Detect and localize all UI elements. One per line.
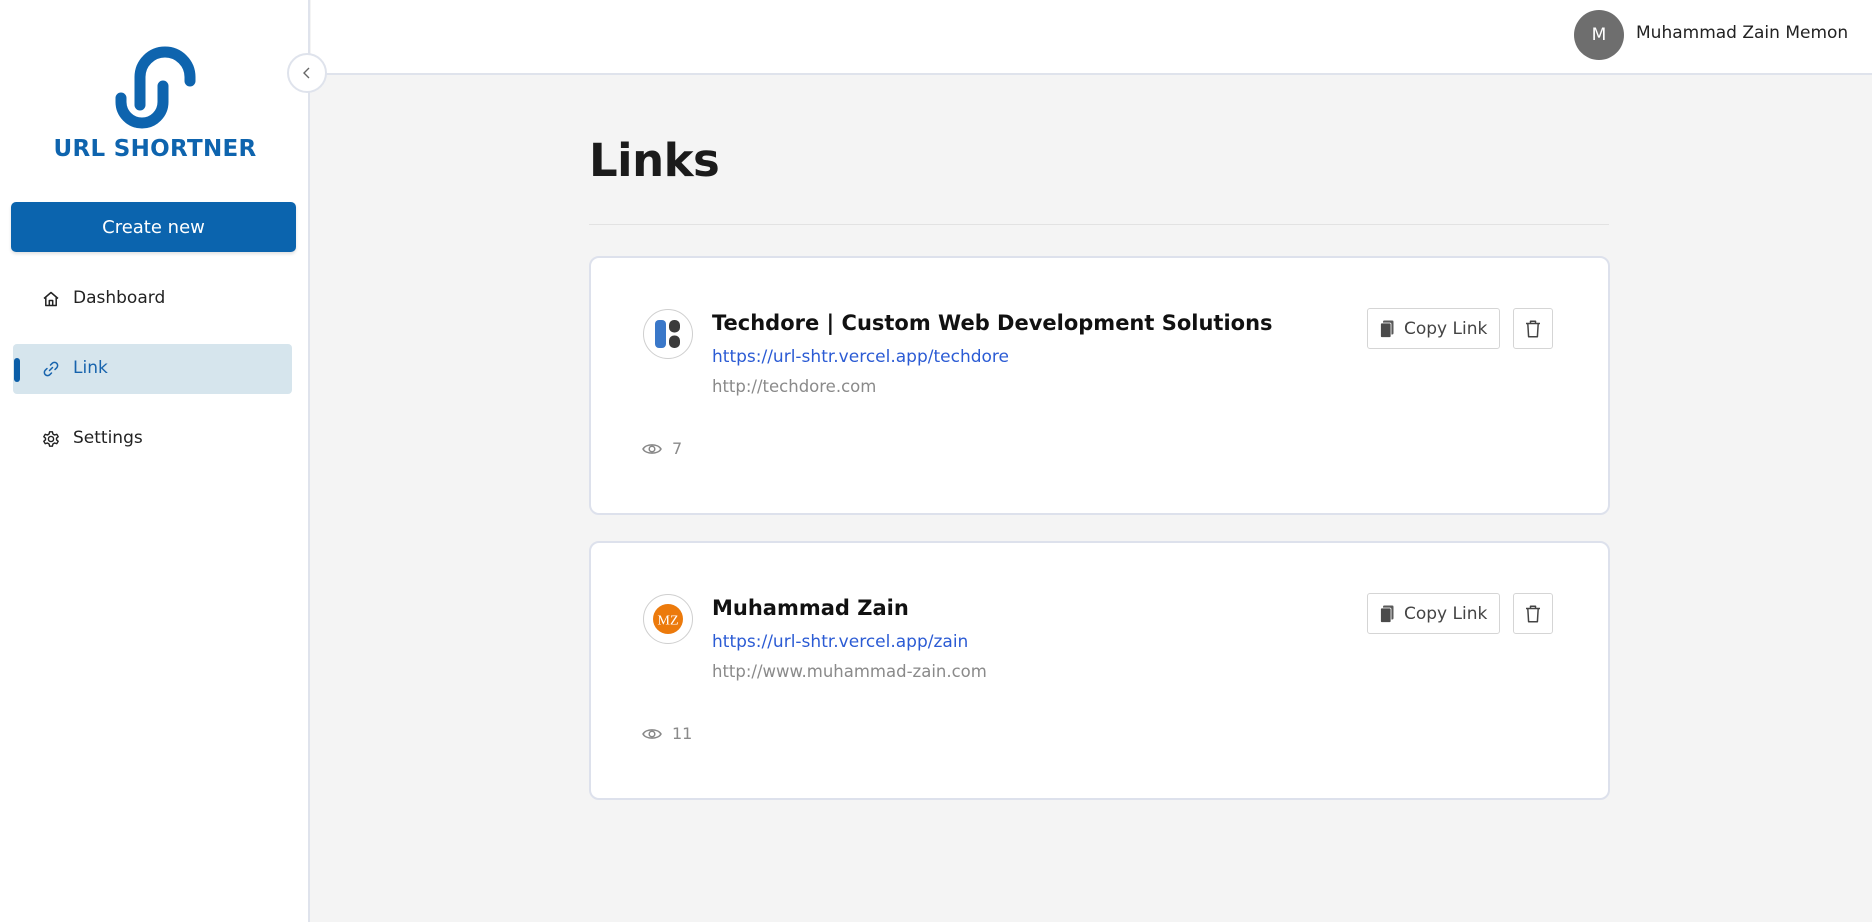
favicon: MZ	[643, 594, 693, 644]
copy-icon	[1380, 605, 1394, 623]
active-indicator	[14, 358, 20, 382]
view-count-value: 11	[672, 724, 693, 743]
sidebar-item-link[interactable]: Link	[13, 344, 292, 394]
logo-text: URL SHORTNER	[53, 136, 257, 162]
short-url-link[interactable]: https://url-shtr.vercel.app/techdore	[712, 347, 1009, 367]
short-url-link[interactable]: https://url-shtr.vercel.app/zain	[712, 632, 968, 652]
svg-text:MZ: MZ	[658, 614, 679, 629]
sidebar-item-dashboard[interactable]: Dashboard	[13, 274, 292, 324]
trash-icon	[1526, 320, 1540, 337]
link-card: MZ Muhammad Zain https://url-shtr.vercel…	[589, 541, 1610, 800]
logo-mark-icon	[115, 46, 196, 129]
sidebar: URL SHORTNER Create new Dashboard Link S…	[0, 0, 310, 922]
create-new-button[interactable]: Create new	[11, 202, 296, 252]
link-title: Muhammad Zain	[712, 596, 909, 620]
home-icon	[42, 290, 60, 308]
original-url: http://techdore.com	[712, 377, 877, 396]
sidebar-item-label: Link	[73, 358, 108, 378]
eye-icon	[642, 728, 662, 739]
link-icon	[42, 360, 60, 378]
copy-link-label: Copy Link	[1404, 318, 1488, 339]
gear-icon	[42, 430, 60, 448]
copy-link-button[interactable]: Copy Link	[1367, 593, 1500, 634]
techdore-logo-icon	[655, 320, 680, 348]
app-logo[interactable]: URL SHORTNER	[50, 44, 260, 164]
copy-link-button[interactable]: Copy Link	[1367, 308, 1500, 349]
eye-icon	[642, 443, 662, 454]
mz-logo-icon: MZ	[653, 604, 683, 634]
avatar[interactable]: M	[1574, 10, 1624, 60]
view-count: 11	[642, 724, 692, 743]
original-url: http://www.muhammad-zain.com	[712, 662, 987, 681]
user-name[interactable]: Muhammad Zain Memon	[1636, 23, 1848, 43]
view-count: 7	[642, 439, 682, 458]
sidebar-item-label: Dashboard	[73, 288, 166, 308]
trash-icon	[1526, 605, 1540, 622]
copy-icon	[1380, 320, 1394, 338]
delete-link-button[interactable]	[1513, 593, 1553, 634]
sidebar-item-settings[interactable]: Settings	[13, 414, 292, 464]
chevron-left-icon	[303, 67, 310, 79]
view-count-value: 7	[672, 439, 683, 458]
collapse-sidebar-button[interactable]	[287, 53, 327, 93]
link-card: Techdore | Custom Web Development Soluti…	[589, 256, 1610, 515]
link-title: Techdore | Custom Web Development Soluti…	[712, 311, 1273, 335]
page-title: Links	[589, 134, 720, 187]
title-divider	[589, 224, 1609, 225]
copy-link-label: Copy Link	[1404, 603, 1488, 624]
sidebar-item-label: Settings	[73, 428, 143, 448]
delete-link-button[interactable]	[1513, 308, 1553, 349]
favicon	[643, 309, 693, 359]
